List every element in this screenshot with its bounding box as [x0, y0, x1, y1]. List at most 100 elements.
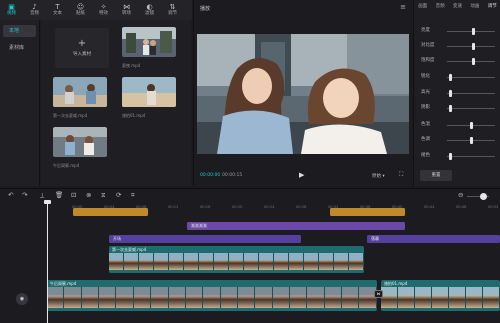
toolbar-sticker-button[interactable]: ☺ 贴纸	[69, 0, 92, 20]
fullscreen-icon[interactable]: ⛶	[399, 171, 403, 179]
slider-knob[interactable]	[470, 121, 473, 129]
text-track-bar[interactable]: 开场	[109, 235, 301, 243]
transition-marker[interactable]: ⋈	[374, 290, 383, 298]
reset-button[interactable]: 重置	[420, 170, 452, 181]
toolbar-label: 滤镜	[145, 11, 154, 16]
filmstrip-frame	[290, 287, 308, 308]
media-clip-thumbnail[interactable]: 第一次去夏威.mp4	[53, 77, 107, 119]
slider-knob[interactable]	[472, 57, 476, 65]
tab-picture[interactable]: 画面	[418, 3, 427, 13]
media-clip-thumbnail[interactable]: 夏夜.mp4	[122, 27, 176, 69]
toolbar-adjust-button[interactable]: ⇅ 调节	[161, 0, 184, 20]
slider-track[interactable]	[447, 30, 495, 32]
slider-label: 高光	[421, 90, 430, 95]
filmstrip-frame	[319, 253, 334, 270]
aspect-ratio-select[interactable]: 原始 ▾	[372, 173, 385, 179]
freeze-icon[interactable]: ⊡	[71, 191, 76, 199]
toolbar-audio-button[interactable]: ♪ 音频	[23, 0, 46, 20]
slider-knob[interactable]	[470, 136, 473, 144]
audio-track-bar[interactable]	[73, 208, 148, 216]
clip-preview-image	[122, 77, 176, 107]
adjust-slider-row: 对比度	[419, 42, 499, 50]
filmstrip-frame	[214, 253, 229, 270]
slider-track[interactable]	[447, 76, 495, 78]
main-video-clip[interactable]: 午后闺蜜.mp4	[47, 280, 377, 311]
audio-track-bar[interactable]	[330, 208, 405, 216]
slider-label: 色调	[421, 137, 430, 142]
toolbar-media-button[interactable]: ▣ 视频	[0, 0, 23, 20]
split-icon[interactable]: ⟂	[40, 191, 44, 200]
import-label: 导入素材	[73, 52, 91, 57]
clip-caption: 午后闺蜜.mp4	[53, 163, 80, 168]
slider-label: 褪色	[421, 153, 430, 158]
slider-track[interactable]	[447, 155, 495, 157]
slider-knob[interactable]	[449, 89, 453, 97]
filmstrip-frame	[334, 253, 349, 270]
slider-knob[interactable]	[472, 42, 476, 50]
slider-track[interactable]	[447, 60, 495, 62]
slider-track[interactable]	[447, 45, 495, 47]
preview-player: 播放 ≡ 00:00:00 00:00:15 ▶ 原始 ▾ ⛶	[193, 0, 412, 186]
menu-icon[interactable]: ≡	[400, 3, 406, 11]
slider-label: 锐化	[421, 74, 430, 79]
slider-track[interactable]	[447, 92, 495, 94]
overlay-video-clip[interactable]: 第一次去夏威.mp4	[109, 246, 364, 273]
filmstrip-frame	[47, 287, 65, 308]
filmstrip-frame	[139, 253, 154, 270]
tab-adjust[interactable]: 调节	[488, 3, 497, 13]
player-controls: 00:00:00 00:00:15 ▶ 原始 ▾ ⛶	[194, 170, 413, 182]
rotate-icon[interactable]: ⟳	[116, 191, 121, 199]
slider-track[interactable]	[447, 107, 495, 109]
play-icon[interactable]: ▶	[299, 171, 304, 179]
filmstrip-frame	[109, 253, 124, 270]
main-video-clip[interactable]: 旅拍01.mp4	[381, 280, 500, 311]
plus-icon: +	[77, 38, 87, 49]
sidebar-item-local[interactable]: 本地	[3, 25, 36, 37]
sidebar-item-library[interactable]: 素材库	[3, 42, 36, 54]
current-time: 00:00:00	[200, 173, 221, 178]
undo-icon[interactable]: ↶	[8, 191, 13, 199]
mirror-icon[interactable]: ⧖	[101, 191, 106, 200]
toolbar-effects-button[interactable]: ✧ 特效	[92, 0, 115, 20]
filmstrip-frame	[381, 287, 398, 308]
timeline-panel: ↶ ↷ ⟂ 🗑 ⊡ ⊗ ⧖ ⟳ ⌗ ⊖ 00:00 00:04 00:08 00:12…	[0, 188, 500, 323]
tab-animation[interactable]: 动画	[470, 3, 479, 13]
zoom-out-icon[interactable]: ⊖	[458, 191, 463, 199]
media-clip-thumbnail[interactable]: 旅拍01.mp4	[122, 77, 176, 119]
crop-icon[interactable]: ⌗	[131, 191, 135, 200]
tab-speed[interactable]: 变速	[453, 3, 462, 13]
ruler-tick-label: 00:16	[200, 205, 211, 209]
filmstrip-frame	[133, 287, 152, 308]
redo-icon[interactable]: ↷	[22, 191, 27, 199]
playhead[interactable]	[47, 202, 48, 323]
tab-audio[interactable]: 音频	[436, 3, 445, 13]
toolbar-text-button[interactable]: T 文本	[46, 0, 69, 20]
delete-icon[interactable]: 🗑	[55, 191, 63, 199]
slider-knob[interactable]	[449, 104, 453, 112]
filmstrip-frame	[185, 287, 204, 308]
toolbar-filter-button[interactable]: ◐ 滤镜	[138, 0, 161, 20]
filmstrip-frame	[199, 253, 214, 270]
clip-preview-image	[53, 127, 107, 157]
audio-icon: ♪	[32, 3, 37, 11]
slider-label: 对比度	[421, 43, 435, 48]
slider-label: 阴影	[421, 105, 430, 110]
slider-label: 色温	[421, 122, 430, 127]
import-media-button[interactable]: + 导入素材	[55, 28, 109, 68]
clip-label: 午后闺蜜.mp4	[50, 281, 77, 286]
zoom-slider-knob[interactable]	[480, 193, 487, 200]
reverse-icon[interactable]: ⊗	[86, 191, 91, 199]
adjust-slider-row: 高光	[419, 89, 499, 97]
effect-track-bar[interactable]: 渐渐渐渐	[187, 222, 405, 230]
text-track-bar[interactable]: 落幕	[367, 235, 500, 243]
clip-preview-image	[122, 27, 176, 57]
adjust-icon: ⇅	[169, 3, 176, 11]
toolbar-transition-button[interactable]: ⋈ 转场	[115, 0, 138, 20]
media-clip-thumbnail[interactable]: 午后闺蜜.mp4	[53, 127, 107, 169]
main-track-icon[interactable]: ◉	[16, 293, 28, 305]
slider-knob[interactable]	[449, 73, 453, 81]
slider-knob[interactable]	[472, 27, 476, 35]
filmstrip-frame	[349, 253, 364, 270]
player-title: 播放	[200, 6, 211, 12]
slider-knob[interactable]	[449, 152, 453, 160]
